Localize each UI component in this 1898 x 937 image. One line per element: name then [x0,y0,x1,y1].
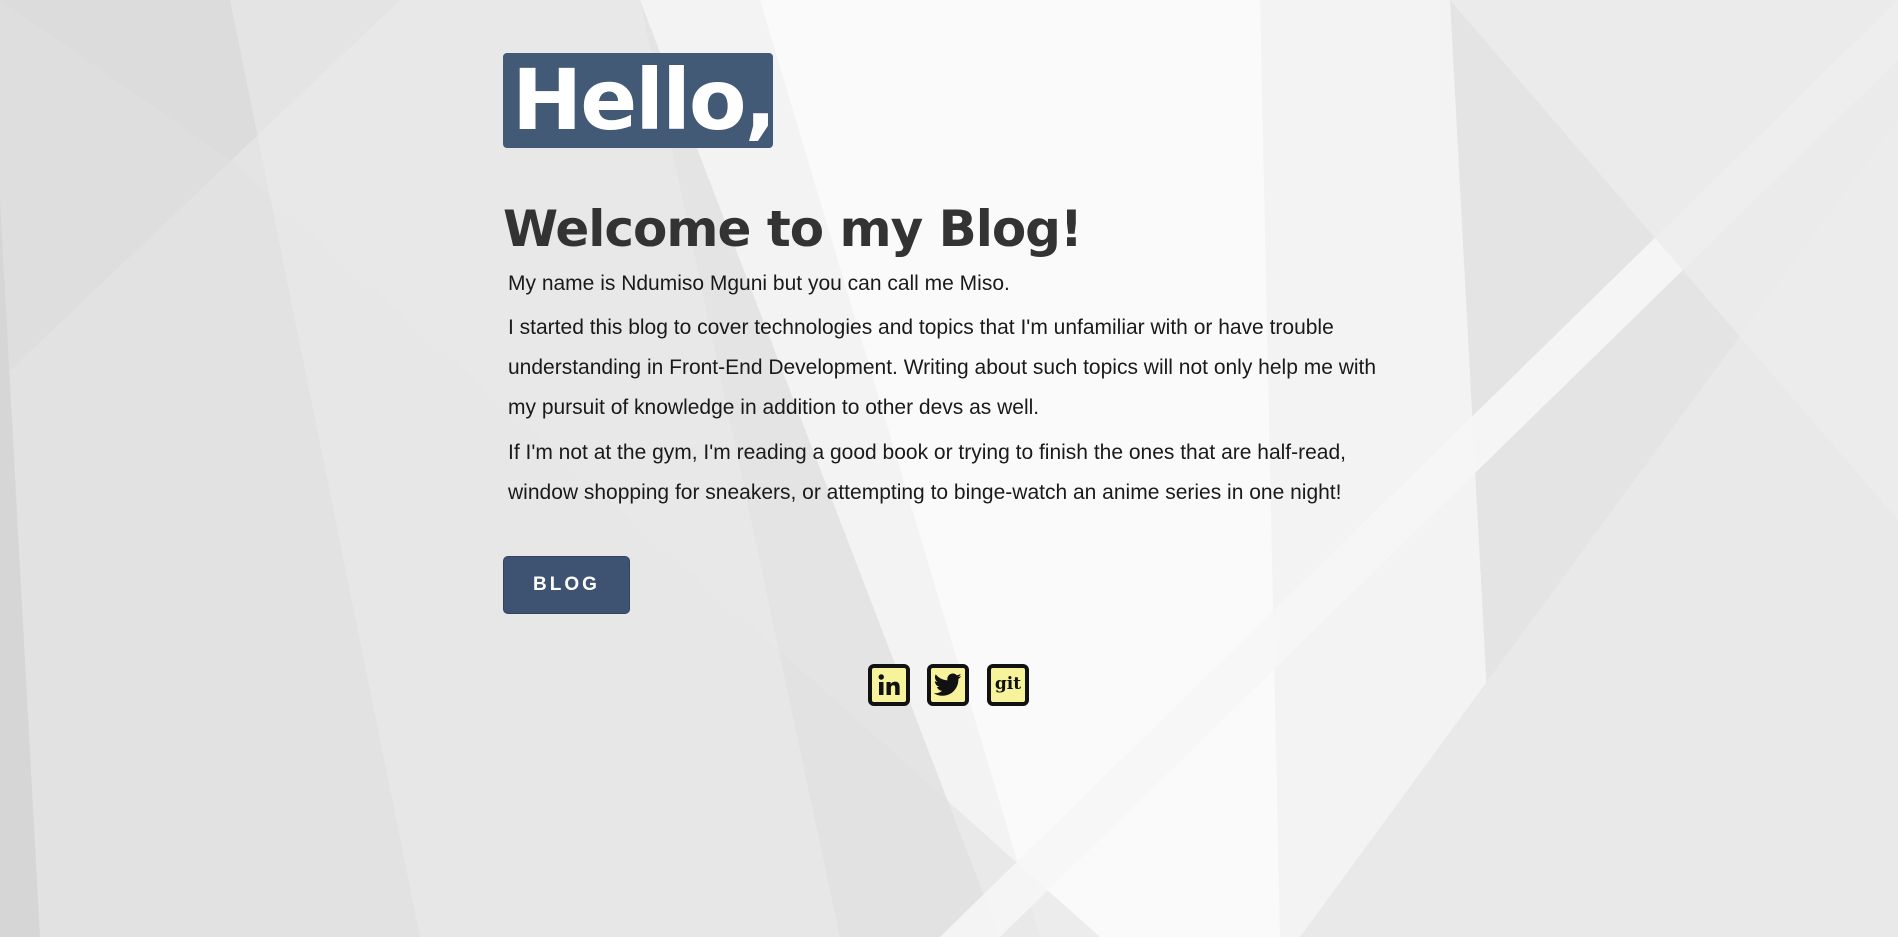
intro-paragraph-hobbies: If I'm not at the gym, I'm reading a goo… [508,441,1346,504]
git-link[interactable]: git [987,664,1029,706]
page-content: Hello, Welcome to my Blog! My name is Nd… [0,0,1898,937]
git-icon: git [994,673,1022,694]
hello-badge: Hello, [503,53,773,148]
intro-paragraph-purpose: I started this blog to cover technologie… [508,316,1377,419]
linkedin-link[interactable] [868,664,910,706]
page-title: Welcome to my Blog! [503,200,1083,258]
blog-button[interactable]: BLOG [503,556,630,614]
twitter-link[interactable] [927,664,969,706]
linkedin-icon [876,672,902,698]
intro-paragraph-name: My name is Ndumiso Mguni but you can cal… [508,272,1010,295]
twitter-icon [934,673,962,697]
